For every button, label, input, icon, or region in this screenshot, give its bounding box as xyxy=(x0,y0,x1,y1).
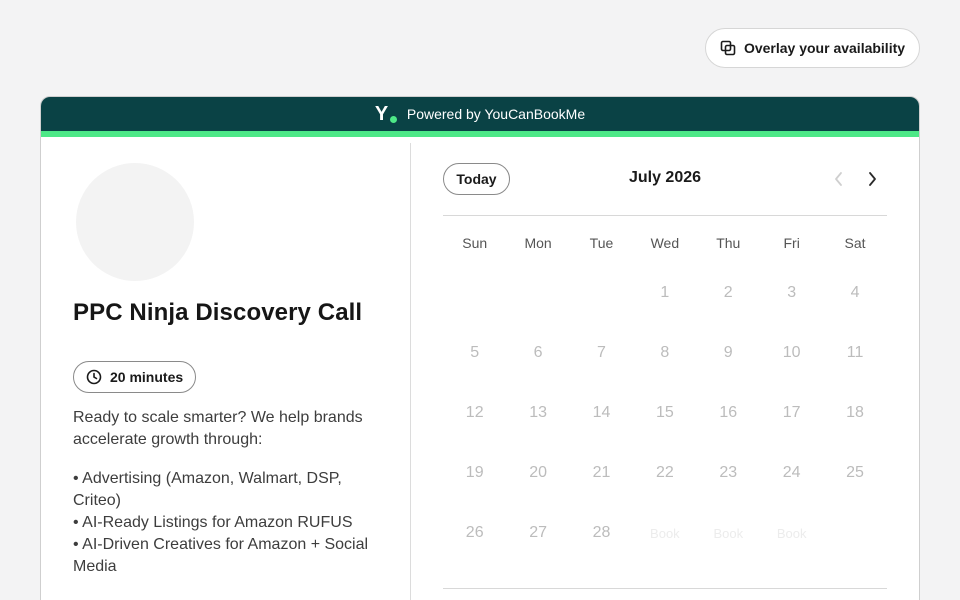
calendar-day: 2 xyxy=(723,284,733,301)
today-button[interactable]: Today xyxy=(443,163,510,195)
calendar-day: 25 xyxy=(846,464,864,481)
powered-by-text: Powered by YouCanBookMe xyxy=(406,106,586,122)
calendar-day-slot[interactable]: Book xyxy=(633,503,696,563)
calendar-day: 21 xyxy=(592,464,611,481)
weekday-label: Fri xyxy=(783,235,800,251)
clock-icon xyxy=(86,369,102,385)
calendar-day: 12 xyxy=(465,404,484,421)
description-bullet: • AI-Driven Creatives for Amazon + Socia… xyxy=(73,536,369,575)
booking-details-panel: PPC Ninja Discovery Call 20 minutes Read… xyxy=(41,143,411,600)
calendar-day: 6 xyxy=(533,344,543,361)
calendar-day: 10 xyxy=(782,344,801,361)
calendar-day: 18 xyxy=(846,404,864,421)
calendar-week: 1 2 3 4 xyxy=(443,263,887,323)
calendar-day: 22 xyxy=(655,464,674,481)
overlay-availability-button[interactable]: Overlay your availability xyxy=(705,28,920,68)
calendar-panel: Today July 2026 Sun Mon Tue Wed Thu Fri … xyxy=(443,143,887,600)
description-bullet: • Advertising (Amazon, Walmart, DSP, Cri… xyxy=(73,470,342,509)
weekday-label: Wed xyxy=(650,235,680,251)
overlay-availability-label: Overlay your availability xyxy=(743,40,906,56)
month-label: July 2026 xyxy=(628,169,702,186)
calendar-day: 11 xyxy=(846,344,864,361)
calendar-day xyxy=(443,263,506,323)
description: Ready to scale smarter? We help brands a… xyxy=(73,407,393,578)
calendar-day: 13 xyxy=(529,404,547,421)
powered-by-banner[interactable]: Y Powered by YouCanBookMe xyxy=(41,97,919,137)
avatar xyxy=(76,163,194,281)
calendar-day: 7 xyxy=(597,344,606,361)
weekday-label: Mon xyxy=(524,235,552,251)
calendar-day: 3 xyxy=(787,284,797,301)
calendar-day: 20 xyxy=(529,464,547,481)
chevron-right-icon xyxy=(869,172,876,186)
weekday-label: Sat xyxy=(844,235,866,251)
calendar-week: 5 6 7 8 9 10 11 xyxy=(443,323,887,383)
weekday-header: Sun Mon Tue Wed Thu Fri Sat xyxy=(443,235,887,251)
description-bullet: • AI-Ready Listings for Amazon RUFUS xyxy=(73,514,353,531)
calendar-day: 16 xyxy=(719,404,738,421)
description-intro: Ready to scale smarter? We help brands a… xyxy=(73,409,363,448)
calendar-day xyxy=(823,503,886,563)
page-title: PPC Ninja Discovery Call xyxy=(73,299,363,326)
calendar-grid: 1 2 3 4 5 6 7 8 9 10 11 12 13 14 15 16 1… xyxy=(443,263,887,563)
weekday-label: Tue xyxy=(589,235,614,251)
calendar-day: 26 xyxy=(465,524,484,541)
calendar-divider xyxy=(443,215,887,216)
youcanbookme-logo-icon: Y xyxy=(375,104,397,124)
calendar-day: 27 xyxy=(529,524,547,541)
calendar-day: 24 xyxy=(782,464,801,481)
calendar-day: 14 xyxy=(592,404,611,421)
calendar-day-slot[interactable]: Book xyxy=(760,503,823,563)
calendar-day: 8 xyxy=(660,344,670,361)
calendar-day: 23 xyxy=(719,464,738,481)
calendar-day: 1 xyxy=(660,284,670,301)
calendar-day: 4 xyxy=(850,284,860,301)
weekday-label: Thu xyxy=(716,235,741,251)
chevron-left-icon xyxy=(835,172,842,186)
calendar-day: 17 xyxy=(782,404,801,421)
calendar-bottom-divider xyxy=(443,588,887,589)
duration-label: 20 minutes xyxy=(110,369,184,385)
calendar-day-slot[interactable]: Book xyxy=(697,503,760,563)
calendar-day: 9 xyxy=(723,344,733,361)
previous-month-button[interactable] xyxy=(827,167,851,191)
calendar-day: 15 xyxy=(655,404,674,421)
overlay-icon xyxy=(720,40,736,56)
calendar-week: 26 27 28 Book Book Book xyxy=(443,503,887,563)
calendar-week: 19 20 21 22 23 24 25 xyxy=(443,443,887,503)
booking-card: Y Powered by YouCanBookMe PPC Ninja Disc… xyxy=(40,96,920,600)
calendar-day: 19 xyxy=(465,464,484,481)
calendar-day xyxy=(570,263,633,323)
calendar-day: 28 xyxy=(592,524,611,541)
next-month-button[interactable] xyxy=(860,167,884,191)
duration-badge: 20 minutes xyxy=(73,361,197,393)
calendar-day: 5 xyxy=(470,344,480,361)
calendar-day xyxy=(506,263,569,323)
calendar-week: 12 13 14 15 16 17 18 xyxy=(443,383,887,443)
weekday-label: Sun xyxy=(462,235,488,251)
